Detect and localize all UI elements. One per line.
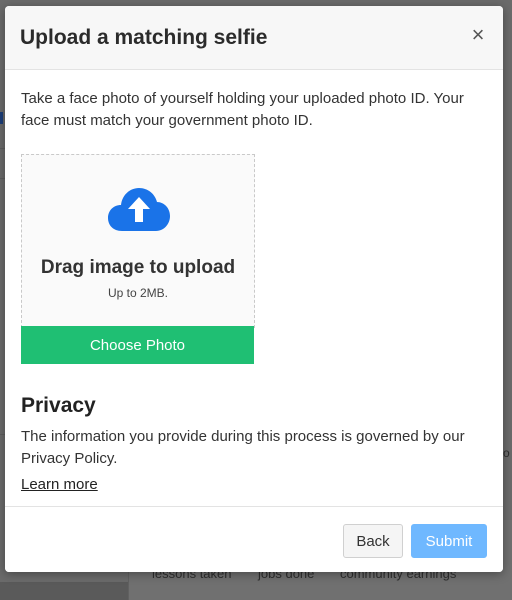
upload-selfie-modal: Upload a matching selfie × Take a face p… xyxy=(5,6,503,572)
image-dropzone[interactable]: Drag image to upload Up to 2MB. xyxy=(21,154,255,328)
modal-title: Upload a matching selfie xyxy=(20,26,268,49)
privacy-text: The information you provide during this … xyxy=(21,428,465,467)
back-button[interactable]: Back xyxy=(343,524,403,558)
close-icon[interactable]: × xyxy=(467,22,489,48)
instructions-text: Take a face photo of yourself holding yo… xyxy=(21,90,464,129)
background-accent xyxy=(0,112,3,124)
background-text-fragment: o xyxy=(503,446,510,460)
cloud-upload-icon xyxy=(108,188,170,231)
privacy-heading: Privacy xyxy=(21,394,96,417)
dropzone-title: Drag image to upload xyxy=(40,257,236,278)
modal-body: Take a face photo of yourself holding yo… xyxy=(5,70,503,506)
submit-button[interactable]: Submit xyxy=(411,524,487,558)
modal-footer: Back Submit xyxy=(5,506,503,572)
dropzone-size-limit: Up to 2MB. xyxy=(107,286,169,300)
learn-more-link[interactable]: Learn more xyxy=(21,476,98,493)
modal-header: Upload a matching selfie × xyxy=(5,6,503,70)
choose-photo-button[interactable]: Choose Photo xyxy=(21,326,254,364)
